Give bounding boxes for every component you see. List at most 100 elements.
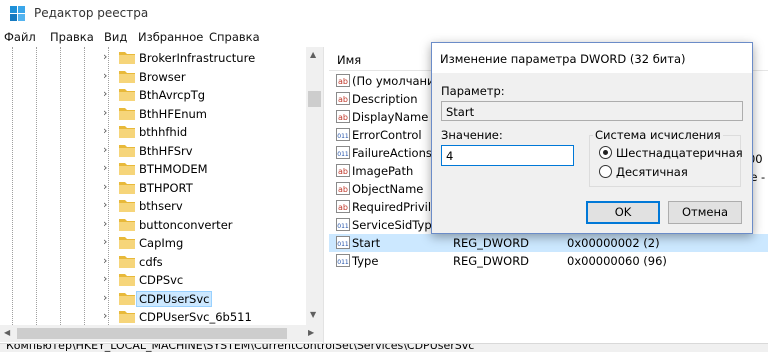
folder-icon (119, 181, 135, 194)
scroll-thumb[interactable] (308, 91, 321, 107)
window-titlebar: Редактор реестра (0, 0, 768, 26)
tree-item-label: BrokerInfrastructure (139, 51, 256, 65)
folder-icon (119, 200, 135, 212)
scroll-thumb[interactable] (17, 328, 287, 339)
tree-item[interactable]: › CDPUserSvc (0, 289, 306, 308)
base-group-title: Система исчисления (593, 128, 723, 142)
expand-chevron-icon[interactable]: › (103, 217, 113, 230)
registry-tree[interactable]: › BrokerInfrastructure › Browser › BthAvrcpTg… (0, 47, 322, 343)
tree-item[interactable]: › cdfs (0, 252, 306, 271)
tree-item-label: bthhfhid (139, 125, 188, 139)
tree-item-label: CDPUserSvc (135, 290, 213, 307)
expand-chevron-icon[interactable]: › (103, 88, 113, 100)
value-name: (По умолчани (352, 74, 435, 88)
expand-chevron-icon[interactable]: › (103, 162, 113, 174)
expand-chevron-icon[interactable]: › (103, 199, 113, 211)
value-row[interactable]: 011 Type REG_DWORD 0x00000060 (96) (329, 252, 768, 270)
scroll-up-arrow-icon[interactable]: ▲ (310, 50, 316, 59)
string-value-icon: ab (336, 182, 350, 195)
status-path: Компьютер\HKEY_LOCAL_MACHINE\SYSTEM\Curr… (6, 343, 475, 352)
svg-text:ab: ab (338, 77, 348, 86)
ok-button[interactable]: OK (586, 201, 660, 224)
tree-item[interactable]: › BTHMODEM (0, 159, 306, 178)
radio-dec[interactable] (599, 165, 612, 178)
cancel-button[interactable]: Отмена (668, 201, 742, 224)
tree-item-label: CDPSvc (139, 273, 184, 287)
tree-item-label: CapImg (139, 236, 184, 250)
expand-chevron-icon[interactable]: › (103, 310, 113, 322)
svg-text:ab: ab (338, 185, 348, 194)
tree-item[interactable]: › BthHFEnum (0, 104, 306, 123)
tree-item-label: CDPUserSvc_6b511 (139, 310, 252, 324)
param-label: Параметр: (441, 84, 505, 98)
expand-chevron-icon[interactable]: › (103, 291, 113, 304)
tree-vertical-scrollbar[interactable]: ▲ ▼ (306, 47, 323, 325)
tree-item[interactable]: › bthserv (0, 196, 306, 215)
value-data: 0x00000060 (96) (567, 254, 667, 268)
value-type: REG_DWORD (453, 236, 530, 250)
tree-item[interactable]: › BrokerInfrastructure (0, 48, 306, 67)
menu-view[interactable]: Вид (104, 30, 127, 44)
value-name: Type (352, 254, 379, 268)
tree-item[interactable]: › Browser (0, 67, 306, 86)
value-type: REG_DWORD (453, 254, 530, 268)
folder-icon (119, 144, 135, 157)
tree-item[interactable]: › bthhfhid (0, 122, 306, 141)
value-name: ErrorControl (352, 128, 422, 142)
menu-help[interactable]: Справка (209, 30, 260, 44)
status-bar: Компьютер\HKEY_LOCAL_MACHINE\SYSTEM\Curr… (0, 343, 768, 352)
folder-icon (119, 107, 135, 120)
tree-item-label: bthserv (139, 199, 183, 213)
folder-icon (119, 163, 135, 175)
param-name-field: Start (441, 101, 743, 121)
base-group-box (589, 135, 741, 187)
folder-icon (119, 126, 135, 138)
tree-item[interactable]: › CDPUserSvc_6b511 (0, 307, 306, 326)
svg-text:ab: ab (338, 113, 348, 122)
folder-icon (119, 52, 135, 64)
tree-item-label: BTHPORT (139, 180, 193, 195)
folder-icon (119, 218, 135, 231)
scroll-down-arrow-icon[interactable]: ▼ (310, 310, 316, 319)
value-name: ImagePath (352, 164, 414, 178)
menu-edit[interactable]: Правка (50, 30, 94, 44)
tree-horizontal-scrollbar[interactable]: ◀ ▶ (0, 325, 323, 342)
scroll-left-arrow-icon[interactable]: ◀ (4, 328, 10, 337)
expand-chevron-icon[interactable]: › (103, 273, 113, 285)
folder-icon (119, 292, 135, 305)
expand-chevron-icon[interactable]: › (103, 125, 113, 137)
expand-chevron-icon[interactable]: › (103, 51, 113, 63)
tree-item[interactable]: › CapImg (0, 233, 306, 252)
expand-chevron-icon[interactable]: › (103, 236, 113, 248)
column-name-header[interactable]: Имя (337, 53, 361, 67)
tree-item-label: Browser (139, 69, 186, 84)
tree-item[interactable]: › BTHPORT (0, 178, 306, 197)
folder-icon (119, 70, 135, 83)
tree-item[interactable]: › CDPSvc (0, 270, 306, 289)
tree-item[interactable]: › buttonconverter (0, 215, 306, 234)
value-input[interactable]: 4 (441, 145, 574, 166)
dword-value-icon: 011 (336, 128, 350, 141)
radio-hex-label[interactable]: Шестнадцатеричная (616, 146, 743, 160)
value-row[interactable]: 011 Start REG_DWORD 0x00000002 (2) (329, 234, 768, 252)
radio-hex[interactable] (599, 146, 612, 159)
radio-dec-label[interactable]: Десятичная (616, 165, 688, 179)
value-input-text: 4 (446, 149, 454, 163)
expand-chevron-icon[interactable]: › (103, 180, 113, 193)
value-name: ObjectName (352, 182, 424, 196)
value-name: Start (352, 236, 381, 250)
expand-chevron-icon[interactable]: › (103, 143, 113, 156)
edit-dword-dialog: Изменение параметра DWORD (32 бита) Пара… (431, 42, 753, 234)
menu-favorites[interactable]: Избранное (138, 30, 203, 44)
folder-icon (119, 237, 135, 249)
tree-item-label: BthHFEnum (139, 106, 207, 121)
expand-chevron-icon[interactable]: › (103, 254, 113, 267)
tree-item[interactable]: › BthHFSrv (0, 141, 306, 160)
svg-text:011: 011 (337, 223, 349, 230)
tree-item[interactable]: › BthAvrcpTg (0, 85, 306, 104)
folder-icon (119, 274, 135, 286)
menu-file[interactable]: Файл (4, 30, 36, 44)
scroll-right-arrow-icon[interactable]: ▶ (308, 328, 314, 337)
expand-chevron-icon[interactable]: › (103, 69, 113, 82)
expand-chevron-icon[interactable]: › (103, 106, 113, 119)
